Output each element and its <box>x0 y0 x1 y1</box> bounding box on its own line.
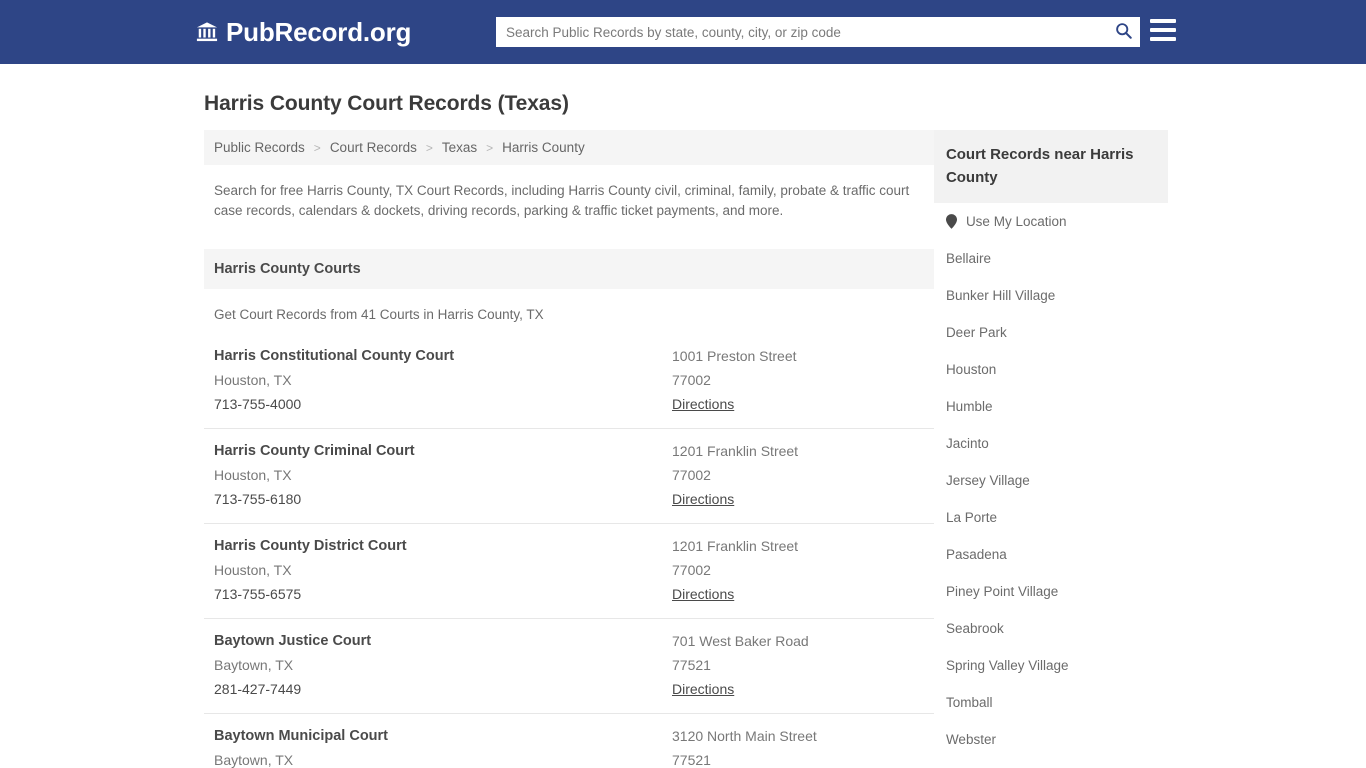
court-info-left: Baytown Municipal Court Baytown, TX 281-… <box>204 728 672 768</box>
site-header: PubRecord.org <box>0 0 1366 64</box>
sidebar-item-webster[interactable]: Webster <box>934 721 1168 758</box>
table-row: Baytown Municipal Court Baytown, TX 281-… <box>204 713 934 768</box>
breadcrumb-item-public-records[interactable]: Public Records <box>214 140 305 155</box>
court-street: 1201 Franklin Street <box>672 443 799 459</box>
content-container: Harris County Court Records (Texas) Publ… <box>198 92 1168 768</box>
brand-name: PubRecord.org <box>226 17 412 47</box>
sidebar: Court Records near Harris County Use My … <box>933 130 1168 768</box>
sidebar-item-label: Use My Location <box>965 214 1067 229</box>
map-pin-icon <box>945 214 957 229</box>
court-city: Houston, TX <box>214 372 292 388</box>
section-header-harris-county-courts: Harris County Courts <box>204 249 934 289</box>
court-name-link[interactable]: Baytown Justice Court <box>214 633 672 649</box>
court-phone: 281-427-7449 <box>214 681 302 697</box>
sidebar-item-jersey-village[interactable]: Jersey Village <box>934 462 1168 499</box>
table-row: Baytown Justice Court Baytown, TX 281-42… <box>204 618 934 713</box>
hamburger-bar <box>1150 19 1176 23</box>
sidebar-item-deer-park[interactable]: Deer Park <box>934 314 1168 351</box>
court-city: Baytown, TX <box>214 752 294 768</box>
sidebar-item-la-porte[interactable]: La Porte <box>934 499 1168 536</box>
court-phone: 713-755-6575 <box>214 586 302 602</box>
breadcrumb: Public Records > Court Records > Texas >… <box>204 130 934 165</box>
court-info-left: Baytown Justice Court Baytown, TX 281-42… <box>204 633 672 699</box>
breadcrumb-separator: > <box>425 140 433 155</box>
section-subheading: Get Court Records from 41 Courts in Harr… <box>214 307 544 322</box>
sidebar-nearby-list: Use My Location Bellaire Bunker Hill Vil… <box>934 203 1168 768</box>
sidebar-title: Court Records near Harris County <box>933 130 1168 203</box>
court-zip: 77002 <box>672 467 711 483</box>
court-info-right: 701 West Baker Road 77521 Directions <box>672 633 934 699</box>
court-zip: 77002 <box>672 372 711 388</box>
court-name-link[interactable]: Harris County District Court <box>214 538 672 554</box>
court-street: 701 West Baker Road <box>672 633 809 649</box>
main-column: Public Records > Court Records > Texas >… <box>204 130 934 768</box>
court-phone: 713-755-4000 <box>214 396 302 412</box>
breadcrumb-separator: > <box>486 140 494 155</box>
breadcrumb-item-harris-county[interactable]: Harris County <box>502 140 585 155</box>
site-logo-link[interactable]: PubRecord.org <box>196 19 411 45</box>
sidebar-item-montgomery-county[interactable]: Montgomery County <box>934 758 1168 768</box>
court-zip: 77002 <box>672 562 711 578</box>
court-name-link[interactable]: Harris County Criminal Court <box>214 443 672 459</box>
court-city: Houston, TX <box>214 562 292 578</box>
directions-link[interactable]: Directions <box>672 491 734 507</box>
court-info-left: Harris Constitutional County Court Houst… <box>204 348 672 414</box>
court-city: Houston, TX <box>214 467 292 483</box>
hamburger-menu-icon[interactable] <box>1150 19 1176 41</box>
sidebar-item-tomball[interactable]: Tomball <box>934 684 1168 721</box>
court-phone: 713-755-6180 <box>214 491 302 507</box>
court-zip: 77521 <box>672 752 711 768</box>
page-body: Harris County Court Records (Texas) Publ… <box>0 92 1366 768</box>
court-zip: 77521 <box>672 657 711 673</box>
bank-building-icon <box>196 21 218 43</box>
directions-link[interactable]: Directions <box>672 681 734 697</box>
breadcrumb-item-court-records[interactable]: Court Records <box>330 140 417 155</box>
sidebar-item-humble[interactable]: Humble <box>934 388 1168 425</box>
court-name-link[interactable]: Baytown Municipal Court <box>214 728 672 744</box>
court-info-left: Harris County Criminal Court Houston, TX… <box>204 443 672 509</box>
hamburger-bar <box>1150 28 1176 32</box>
sidebar-item-use-my-location[interactable]: Use My Location <box>934 203 1168 240</box>
hamburger-bar <box>1150 37 1176 41</box>
sidebar-item-bunker-hill-village[interactable]: Bunker Hill Village <box>934 277 1168 314</box>
table-row: Harris County District Court Houston, TX… <box>204 523 934 618</box>
breadcrumb-item-texas[interactable]: Texas <box>442 140 477 155</box>
court-info-right: 1001 Preston Street 77002 Directions <box>672 348 934 414</box>
sidebar-item-bellaire[interactable]: Bellaire <box>934 240 1168 277</box>
court-info-right: 1201 Franklin Street 77002 Directions <box>672 443 934 509</box>
sidebar-item-spring-valley-village[interactable]: Spring Valley Village <box>934 647 1168 684</box>
sidebar-item-pasadena[interactable]: Pasadena <box>934 536 1168 573</box>
court-list: Harris Constitutional County Court Houst… <box>204 334 934 768</box>
breadcrumb-separator: > <box>313 140 321 155</box>
search-bar[interactable] <box>496 17 1140 47</box>
table-row: Harris County Criminal Court Houston, TX… <box>204 428 934 523</box>
court-street: 1201 Franklin Street <box>672 538 799 554</box>
sidebar-item-jacinto[interactable]: Jacinto <box>934 425 1168 462</box>
sidebar-item-houston[interactable]: Houston <box>934 351 1168 388</box>
court-info-left: Harris County District Court Houston, TX… <box>204 538 672 604</box>
page-intro-text: Search for free Harris County, TX Court … <box>214 183 910 218</box>
court-street: 1001 Preston Street <box>672 348 797 364</box>
directions-link[interactable]: Directions <box>672 586 734 602</box>
court-info-right: 1201 Franklin Street 77002 Directions <box>672 538 934 604</box>
sidebar-item-piney-point-village[interactable]: Piney Point Village <box>934 573 1168 610</box>
court-street: 3120 North Main Street <box>672 728 817 744</box>
court-info-right: 3120 North Main Street 77521 Directions <box>672 728 934 768</box>
directions-link[interactable]: Directions <box>672 396 734 412</box>
search-button[interactable] <box>1106 17 1140 47</box>
page-title: Harris County Court Records (Texas) <box>204 92 569 115</box>
court-city: Baytown, TX <box>214 657 294 673</box>
court-name-link[interactable]: Harris Constitutional County Court <box>214 348 672 364</box>
two-column-layout: Public Records > Court Records > Texas >… <box>198 130 1168 768</box>
search-input[interactable] <box>496 18 1106 46</box>
table-row: Harris Constitutional County Court Houst… <box>204 334 934 428</box>
sidebar-item-seabrook[interactable]: Seabrook <box>934 610 1168 647</box>
search-icon <box>1115 22 1132 42</box>
